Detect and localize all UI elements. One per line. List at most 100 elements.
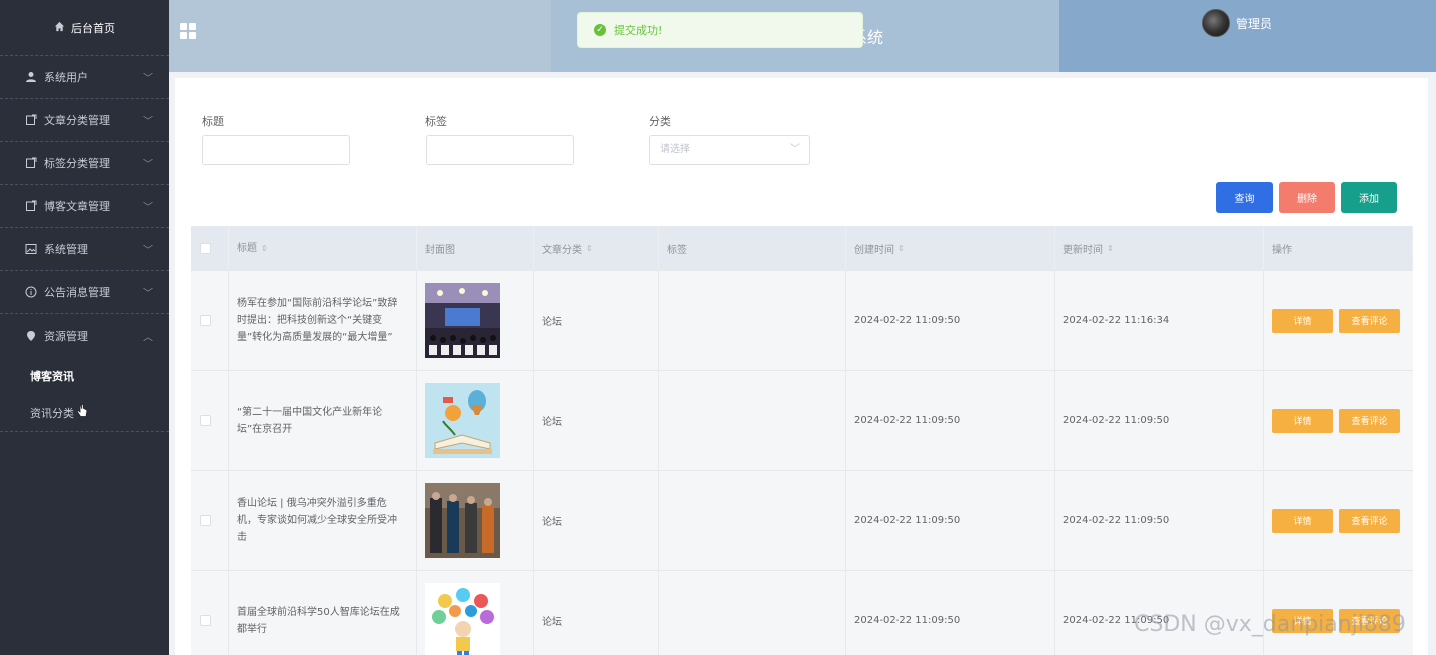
header-tag-label: 标签 [667, 244, 687, 256]
hand-cursor-icon [76, 404, 88, 421]
title-filter-input[interactable] [202, 135, 350, 165]
row-tag [659, 271, 846, 370]
category-filter-select[interactable]: 请选择 ﹀ [649, 135, 810, 165]
sidebar-item-label: 博客文章管理 [44, 200, 110, 213]
header-updated-label: 更新时间 [1063, 244, 1103, 256]
header-ops-label: 操作 [1272, 244, 1292, 256]
edit-icon [24, 199, 38, 213]
chevron-down-icon: ﹀ [143, 245, 153, 257]
row-tag [659, 571, 846, 655]
user-icon [24, 70, 38, 84]
sidebar-subitem-blog-news[interactable]: 博客资讯 [0, 357, 169, 394]
row-cover [417, 571, 534, 655]
chevron-up-icon: ︿ [143, 332, 153, 343]
header-created-label: 创建时间 [854, 244, 894, 256]
articles-table: 标题 ⇕ 封面图 文章分类 ⇕ 标签 创建时间 ⇕ 更新时间 ⇕ 操作 杨军在参加“国际… [191, 226, 1413, 655]
toast-message: 提交成功! [614, 24, 663, 37]
row-checkbox[interactable] [200, 415, 211, 426]
sidebar-item-system-users[interactable]: 系统用户 ﹀ [0, 56, 169, 99]
row-created: 2024-02-22 11:09:50 [846, 571, 1055, 655]
detail-button[interactable]: 详情 [1272, 408, 1333, 433]
row-cover [417, 271, 534, 370]
header-title[interactable]: 标题 ⇕ [229, 226, 417, 270]
header-category[interactable]: 文章分类 ⇕ [534, 226, 659, 270]
chevron-down-icon: ﹀ [143, 202, 153, 214]
row-category: 论坛 [534, 271, 659, 370]
table-header: 标题 ⇕ 封面图 文章分类 ⇕ 标签 创建时间 ⇕ 更新时间 ⇕ 操作 [191, 226, 1413, 270]
row-checkbox[interactable] [200, 615, 211, 626]
select-all-cell [191, 226, 229, 270]
row-updated: 2024-02-22 11:09:50 [1055, 371, 1264, 470]
sidebar-item-label: 系统用户 [44, 71, 88, 84]
header-right: 管理员 [1059, 0, 1436, 72]
sort-icon: ⇕ [586, 243, 593, 253]
sidebar-subitem-label: 资讯分类 [30, 406, 74, 420]
grid-menu-icon[interactable] [180, 23, 196, 39]
row-tag [659, 471, 846, 570]
filter-tag-label: 标签 [425, 115, 447, 128]
info-icon [24, 285, 38, 299]
row-select-cell [191, 571, 229, 655]
sidebar-item-resource-management[interactable]: 资源管理 ︿ [0, 314, 169, 357]
sidebar-item-blog-articles[interactable]: 博客文章管理 ﹀ [0, 185, 169, 228]
row-cover [417, 371, 534, 470]
cover-image [425, 583, 500, 655]
row-category: 论坛 [534, 371, 659, 470]
filter-title-label: 标题 [202, 115, 224, 128]
table-row: 香山论坛 | 俄乌冲突外溢引多重危机，专家谈如何减少全球安全所受冲击 论坛 20… [191, 470, 1413, 570]
select-all-checkbox[interactable] [200, 242, 211, 254]
row-category: 论坛 [534, 471, 659, 570]
header-title-label: 标题 [237, 242, 257, 254]
query-button[interactable]: 查询 [1216, 182, 1273, 213]
chevron-down-icon: ﹀ [143, 73, 153, 85]
row-created: 2024-02-22 11:09:50 [846, 371, 1055, 470]
category-select-placeholder: 请选择 [660, 144, 690, 155]
row-select-cell [191, 471, 229, 570]
main-content: 标题 标签 分类 请选择 ﹀ 查询 删除 添加 标题 ⇕ 封面图 文章分类 ⇕ 标签… [175, 78, 1428, 655]
row-updated: 2024-02-22 11:16:34 [1055, 271, 1264, 370]
admin-user[interactable]: 管理员 [1202, 9, 1272, 37]
sidebar-item-label: 系统管理 [44, 243, 88, 256]
sidebar-item-label: 资源管理 [44, 329, 88, 343]
view-comments-button[interactable]: 查看评论 [1339, 508, 1400, 533]
admin-name: 管理员 [1236, 16, 1273, 31]
sidebar-item-tag-category[interactable]: 标签分类管理 ﹀ [0, 142, 169, 185]
row-ops: 详情 查看评论 [1264, 371, 1413, 470]
row-title: 首届全球前沿科学50人智库论坛在成都举行 [229, 571, 417, 655]
sort-icon: ⇕ [1107, 243, 1114, 253]
sidebar-item-system-management[interactable]: 系统管理 ﹀ [0, 228, 169, 271]
delete-button[interactable]: 删除 [1279, 182, 1335, 213]
detail-button[interactable]: 详情 [1272, 508, 1333, 533]
row-title: “第二十一届中国文化产业新年论坛”在京召开 [229, 371, 417, 470]
row-updated: 2024-02-22 11:09:50 [1055, 471, 1264, 570]
picture-icon [24, 242, 38, 256]
sidebar-item-article-category[interactable]: 文章分类管理 ﹀ [0, 99, 169, 142]
sidebar-item-home[interactable]: 后台首页 [0, 0, 169, 56]
table-row: “第二十一届中国文化产业新年论坛”在京召开 论坛 2024-02-22 11:0… [191, 370, 1413, 470]
avatar [1202, 9, 1230, 37]
cover-image [425, 483, 500, 558]
location-icon [24, 329, 38, 343]
tag-filter-input[interactable] [426, 135, 574, 165]
row-select-cell [191, 271, 229, 370]
row-tag [659, 371, 846, 470]
row-checkbox[interactable] [200, 315, 211, 326]
header-tag: 标签 [659, 226, 846, 270]
view-comments-button[interactable]: 查看评论 [1339, 408, 1400, 433]
watermark: CSDN @vx_danpianji889 [1134, 612, 1406, 637]
row-select-cell [191, 371, 229, 470]
header-updated[interactable]: 更新时间 ⇕ [1055, 226, 1264, 270]
sidebar-submenu: 博客资讯 资讯分类 [0, 357, 169, 432]
sidebar-item-notice[interactable]: 公告消息管理 ﹀ [0, 271, 169, 314]
sidebar-subitem-news-category[interactable]: 资讯分类 [0, 394, 169, 431]
edit-icon [24, 113, 38, 127]
view-comments-button[interactable]: 查看评论 [1339, 308, 1400, 333]
row-checkbox[interactable] [200, 515, 211, 526]
detail-button[interactable]: 详情 [1272, 308, 1333, 333]
chevron-down-icon: ﹀ [143, 288, 153, 300]
cover-image [425, 283, 500, 358]
header-created[interactable]: 创建时间 ⇕ [846, 226, 1055, 270]
row-created: 2024-02-22 11:09:50 [846, 471, 1055, 570]
add-button[interactable]: 添加 [1341, 182, 1397, 213]
header-cover-label: 封面图 [425, 244, 455, 256]
